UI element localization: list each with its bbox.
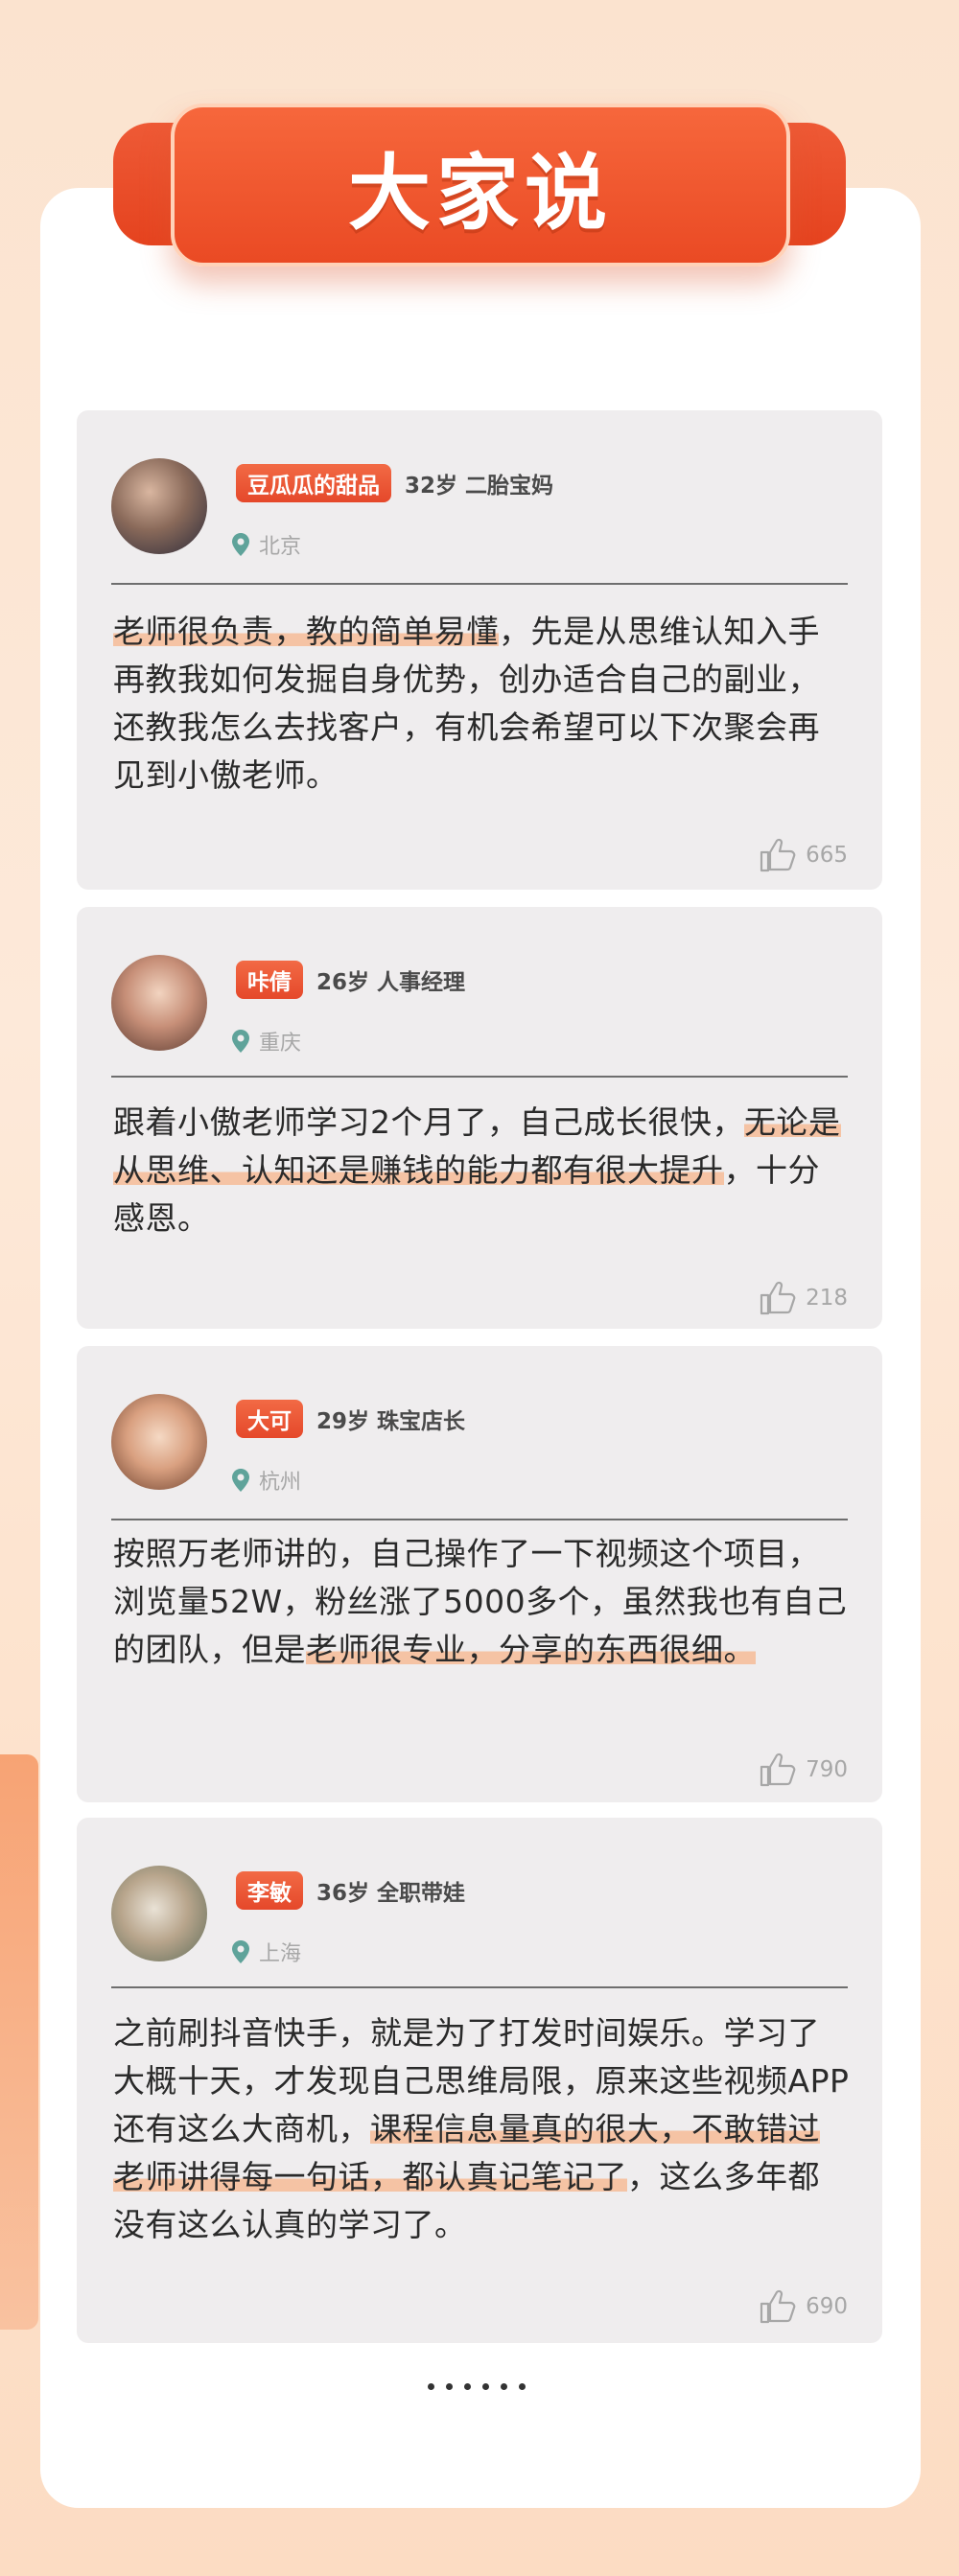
testimonial-quote: 之前刷抖音快手，就是为了打发时间娱乐。学习了大概十天，才发现自己思维局限，原来这… (113, 2009, 850, 2249)
user-info-row: 咔倩 26岁 人事经理 (236, 961, 465, 999)
user-meta: 36岁 全职带娃 (316, 1881, 466, 1906)
testimonial-quote: 跟着小傲老师学习2个月了，自己成长很快，无论是从思维、认知还是赚钱的能力都有很大… (113, 1099, 850, 1242)
like-button[interactable]: 790 (760, 1752, 848, 1787)
location-pin-icon (232, 1940, 249, 1963)
location-row: 杭州 (232, 1465, 301, 1496)
user-meta: 32岁 二胎宝妈 (405, 474, 554, 499)
location-text: 北京 (259, 535, 302, 559)
pagination-dots[interactable] (428, 2383, 537, 2390)
like-button[interactable]: 665 (760, 838, 848, 872)
divider (111, 1076, 848, 1078)
user-info-row: 大可 29岁 珠宝店长 (236, 1400, 465, 1438)
user-name-badge: 李敏 (236, 1871, 303, 1910)
quote-highlight: 老师很负责，教的简单易懂 (113, 613, 499, 650)
divider (111, 1986, 848, 1988)
pagination-dot[interactable] (482, 2383, 489, 2390)
testimonial-card[interactable]: 李敏 36岁 全职带娃上海之前刷抖音快手，就是为了打发时间娱乐。学习了大概十天，才… (77, 1818, 882, 2343)
location-row: 北京 (232, 529, 301, 560)
pagination-dot[interactable] (519, 2383, 526, 2390)
page-title: 大家说 (348, 145, 613, 242)
testimonial-card[interactable]: 大可 29岁 珠宝店长杭州按照万老师讲的，自己操作了一下视频这个项目，浏览量52W… (77, 1346, 882, 1802)
divider (111, 583, 848, 585)
divider (111, 1519, 848, 1520)
user-info-row: 李敏 36岁 全职带娃 (236, 1871, 465, 1910)
testimonial-quote: 老师很负责，教的简单易懂，先是从思维认知入手再教我如何发掘自身优势，创办适合自己… (113, 608, 850, 800)
quote-text: 跟着小傲老师学习2个月了，自己成长很快， (113, 1103, 744, 1141)
user-info-row: 豆瓜瓜的甜品 32岁 二胎宝妈 (236, 464, 553, 502)
location-pin-icon (232, 1030, 249, 1053)
like-count: 218 (806, 1286, 848, 1311)
avatar[interactable] (111, 1394, 207, 1490)
pagination-dot[interactable] (464, 2383, 471, 2390)
like-count: 690 (806, 2294, 848, 2319)
user-meta: 29岁 珠宝店长 (316, 1409, 466, 1434)
like-button[interactable]: 690 (760, 2289, 848, 2324)
pagination-dot[interactable] (501, 2383, 507, 2390)
like-button[interactable]: 218 (760, 1281, 848, 1315)
testimonial-quote: 按照万老师讲的，自己操作了一下视频这个项目，浏览量52W，粉丝涨了5000多个，… (113, 1530, 850, 1674)
page-title-banner: 大家说 (171, 104, 790, 267)
user-name-badge: 豆瓜瓜的甜品 (236, 464, 391, 502)
user-meta: 26岁 人事经理 (316, 970, 466, 995)
pagination-dot[interactable] (446, 2383, 453, 2390)
location-text: 杭州 (259, 1471, 302, 1495)
location-pin-icon (232, 1469, 249, 1492)
location-row: 重庆 (232, 1026, 301, 1056)
pagination-dot[interactable] (428, 2383, 434, 2390)
quote-highlight: 老师很专业，分享的东西很细。 (306, 1631, 756, 1668)
like-count: 790 (806, 1757, 848, 1782)
decorative-side-stripe (0, 1754, 38, 2330)
avatar[interactable] (111, 1866, 207, 1961)
testimonial-card[interactable]: 豆瓜瓜的甜品 32岁 二胎宝妈北京老师很负责，教的简单易懂，先是从思维认知入手再教… (77, 410, 882, 890)
location-row: 上海 (232, 1937, 301, 1967)
avatar[interactable] (111, 458, 207, 554)
thumbs-up-icon[interactable] (760, 838, 796, 872)
testimonial-card[interactable]: 咔倩 26岁 人事经理重庆跟着小傲老师学习2个月了，自己成长很快，无论是从思维、认… (77, 907, 882, 1329)
user-name-badge: 咔倩 (236, 961, 303, 999)
location-text: 上海 (259, 1942, 302, 1966)
thumbs-up-icon[interactable] (760, 1281, 796, 1315)
user-name-badge: 大可 (236, 1400, 303, 1438)
avatar[interactable] (111, 955, 207, 1051)
thumbs-up-icon[interactable] (760, 2289, 796, 2324)
like-count: 665 (806, 843, 848, 868)
location-text: 重庆 (259, 1032, 302, 1056)
thumbs-up-icon[interactable] (760, 1752, 796, 1787)
location-pin-icon (232, 533, 249, 556)
